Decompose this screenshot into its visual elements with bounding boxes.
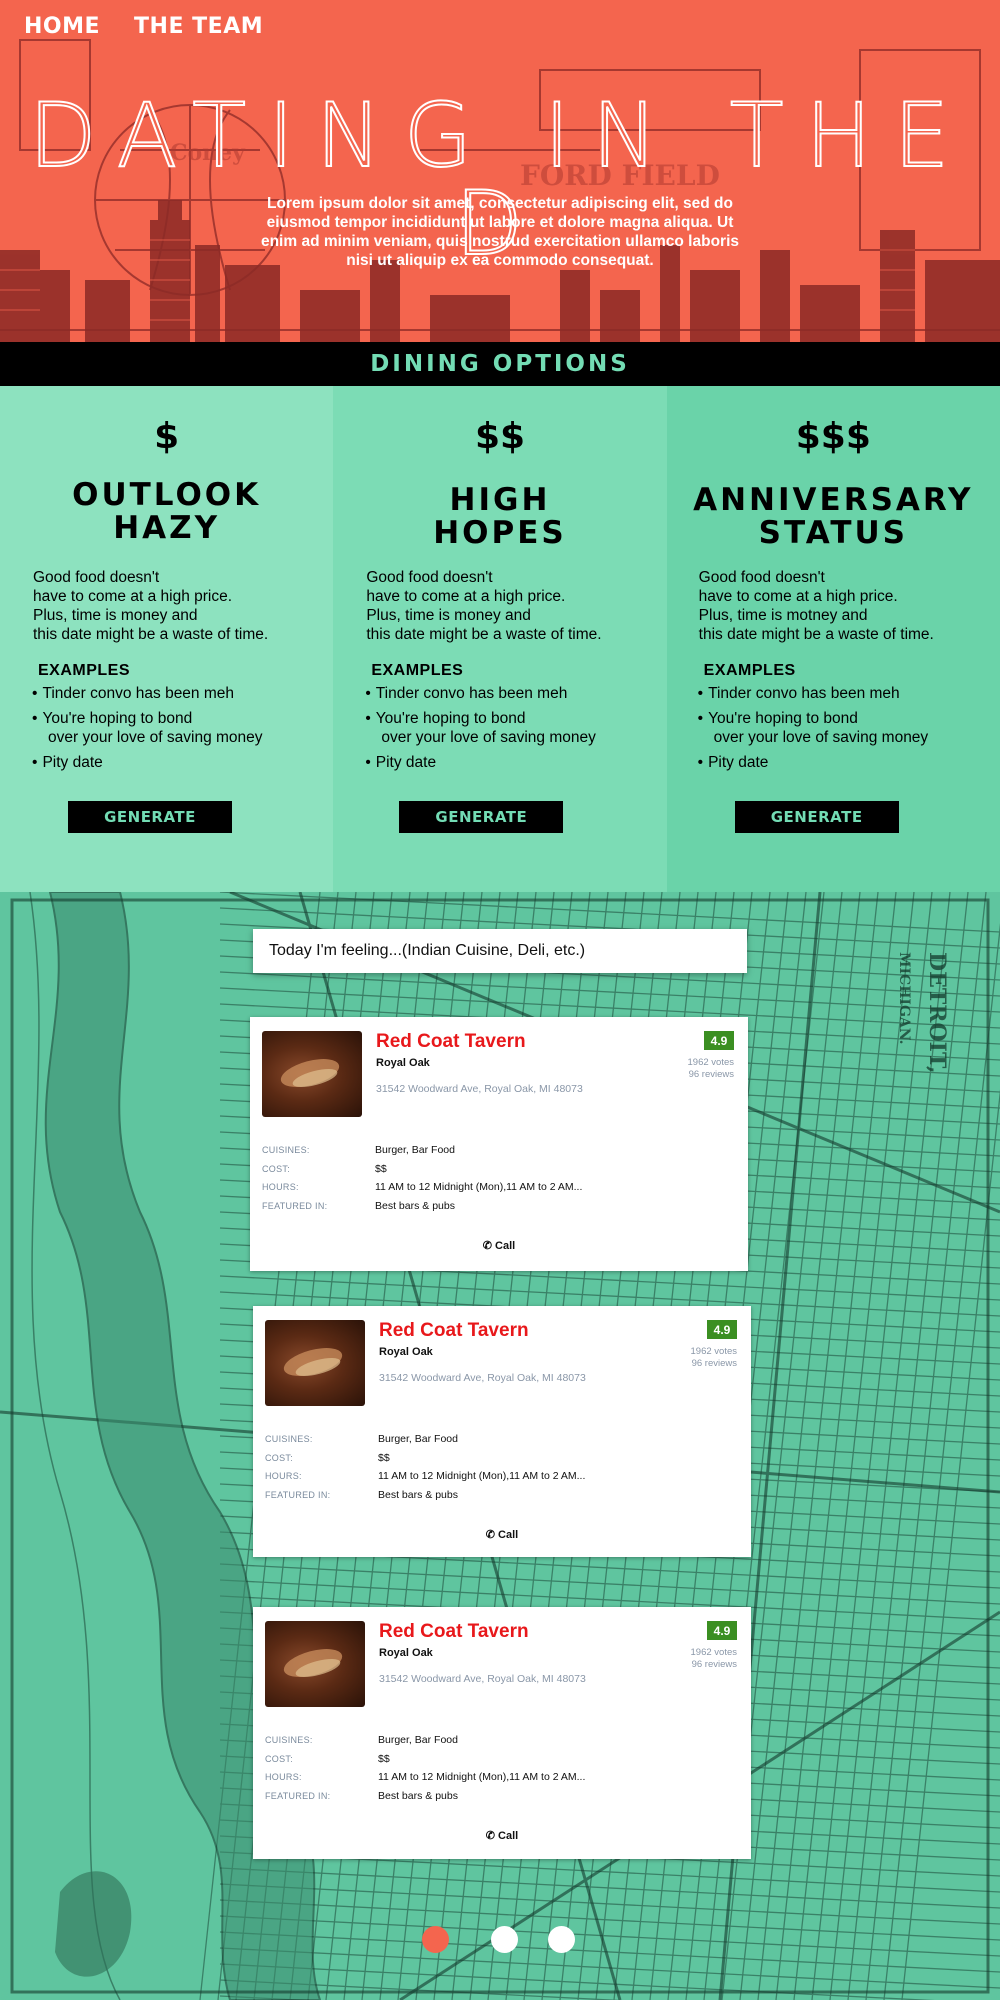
example-item: • Tinder convo has been meh bbox=[365, 685, 568, 702]
tier-price: $$$ bbox=[795, 416, 871, 457]
examples-heading: EXAMPLES bbox=[38, 662, 131, 679]
restaurant-address: 31542 Woodward Ave, Royal Oak, MI 48073 bbox=[379, 1673, 586, 1685]
desc-line: have to come at a high price. bbox=[366, 588, 566, 605]
restaurant-area: Royal Oak bbox=[376, 1057, 430, 1069]
examples-heading: EXAMPLES bbox=[703, 662, 796, 679]
tier-name: ANNIVERSARY STATUS bbox=[667, 484, 1000, 550]
tier-name: OUTLOOK HAZY bbox=[0, 479, 333, 545]
hero-description: Lorem ipsum dolor sit amet, consectetur … bbox=[260, 195, 740, 269]
tier-name-line: STATUS bbox=[758, 515, 908, 551]
desc-line: Good food doesn't bbox=[698, 569, 825, 586]
tier-card-mid: $$ HIGH HOPES Good food doesn't have to … bbox=[333, 386, 667, 892]
desc-line: Good food doesn't bbox=[366, 569, 493, 586]
call-button[interactable]: ✆ Call bbox=[253, 1528, 751, 1541]
rating-votes: 1962 votes 96 reviews bbox=[690, 1346, 737, 1369]
tier-card-budget: $ OUTLOOK HAZY Good food doesn't have to… bbox=[0, 386, 334, 892]
tier-name-line: ANNIVERSARY bbox=[693, 482, 974, 518]
dining-options-header: DINING OPTIONS bbox=[0, 342, 1000, 386]
phone-icon: ✆ bbox=[485, 1529, 496, 1541]
example-item: • Pity date bbox=[697, 754, 769, 771]
examples-list: • Tinder convo has been meh • You're hopin… bbox=[698, 684, 929, 778]
rating-badge: 4.9 bbox=[704, 1031, 734, 1050]
restaurant-thumbnail[interactable] bbox=[262, 1031, 362, 1117]
desc-line: this date might be a waste of time. bbox=[366, 626, 602, 643]
tier-name: HIGH HOPES bbox=[333, 484, 666, 550]
restaurant-name[interactable]: Red Coat Tavern bbox=[376, 1031, 526, 1053]
desc-line: Plus, time is money and bbox=[366, 607, 531, 624]
svg-text:MICHIGAN.: MICHIGAN. bbox=[896, 952, 912, 1045]
restaurant-address: 31542 Woodward Ave, Royal Oak, MI 48073 bbox=[379, 1372, 586, 1384]
restaurant-address: 31542 Woodward Ave, Royal Oak, MI 48073 bbox=[376, 1083, 583, 1095]
top-nav: HOME THE TEAM bbox=[24, 14, 263, 39]
dining-options-title: DINING OPTIONS bbox=[370, 351, 630, 377]
restaurant-name[interactable]: Red Coat Tavern bbox=[379, 1621, 529, 1643]
desc-line: this date might be a waste of time. bbox=[698, 626, 934, 643]
pagination-dots bbox=[0, 1926, 1000, 1956]
restaurant-area: Royal Oak bbox=[379, 1647, 433, 1659]
tier-price: $$ bbox=[474, 416, 526, 457]
tier-name-line: HOPES bbox=[433, 515, 567, 551]
restaurant-card[interactable]: Red Coat Tavern Royal Oak 31542 Woodward… bbox=[253, 1306, 751, 1557]
tier-price: $ bbox=[154, 416, 180, 457]
example-item: • You're hoping to bond over your love of … bbox=[32, 710, 263, 746]
restaurant-name[interactable]: Red Coat Tavern bbox=[379, 1320, 529, 1342]
tier-name-line: HAZY bbox=[113, 510, 221, 546]
example-item: • Tinder convo has been meh bbox=[32, 685, 235, 702]
svg-text:DETROIT,: DETROIT, bbox=[924, 952, 950, 1074]
phone-icon: ✆ bbox=[482, 1240, 493, 1252]
rating-votes: 1962 votes 96 reviews bbox=[687, 1057, 734, 1080]
restaurant-card[interactable]: Red Coat Tavern Royal Oak 31542 Woodward… bbox=[250, 1017, 748, 1271]
tier-description: Good food doesn't have to come at a high… bbox=[699, 568, 989, 644]
example-item: • Pity date bbox=[32, 754, 103, 771]
examples-list: • Tinder convo has been meh • You're hopin… bbox=[365, 684, 596, 778]
examples-list: • Tinder convo has been meh • You're hopin… bbox=[32, 684, 263, 778]
rating-badge: 4.9 bbox=[707, 1320, 737, 1339]
desc-line: Good food doesn't bbox=[33, 569, 160, 586]
restaurant-area: Royal Oak bbox=[379, 1346, 433, 1358]
restaurant-details: CUISINES: Burger, Bar Food COST: $$ HOURS:… bbox=[265, 1433, 586, 1501]
restaurant-thumbnail[interactable] bbox=[265, 1621, 365, 1707]
desc-line: Plus, time is motney and bbox=[698, 607, 868, 624]
page-dot[interactable] bbox=[422, 1926, 449, 1953]
example-item: • You're hoping to bond over your love of … bbox=[697, 710, 929, 746]
tier-description: Good food doesn't have to come at a high… bbox=[33, 568, 323, 644]
restaurant-details: CUISINES: Burger, Bar Food COST: $$ HOURS:… bbox=[265, 1734, 586, 1802]
dining-tiers: $ OUTLOOK HAZY Good food doesn't have to… bbox=[0, 386, 1000, 892]
tier-description: Good food doesn't have to come at a high… bbox=[366, 568, 656, 644]
desc-line: have to come at a high price. bbox=[698, 588, 898, 605]
restaurant-details: CUISINES: Burger, Bar Food COST: $$ HOURS:… bbox=[262, 1144, 583, 1212]
example-item: • You're hoping to bond over your love of … bbox=[365, 710, 596, 746]
desc-line: have to come at a high price. bbox=[33, 588, 233, 605]
phone-icon: ✆ bbox=[485, 1830, 496, 1842]
nav-team-link[interactable]: THE TEAM bbox=[134, 14, 263, 39]
nav-home-link[interactable]: HOME bbox=[24, 14, 100, 39]
generate-button-premium[interactable]: GENERATE bbox=[734, 801, 899, 833]
examples-heading: EXAMPLES bbox=[371, 662, 464, 679]
generate-button-mid[interactable]: GENERATE bbox=[399, 801, 564, 833]
restaurant-thumbnail[interactable] bbox=[265, 1320, 365, 1406]
call-button[interactable]: ✆ Call bbox=[253, 1829, 751, 1842]
page-dot[interactable] bbox=[548, 1926, 575, 1953]
cuisine-search-input[interactable]: Today I'm feeling...(Indian Cuisine, Del… bbox=[253, 929, 747, 973]
rating-votes: 1962 votes 96 reviews bbox=[690, 1647, 737, 1670]
tier-name-line: OUTLOOK bbox=[72, 477, 262, 513]
generate-button-budget[interactable]: GENERATE bbox=[68, 801, 232, 833]
restaurant-card[interactable]: Red Coat Tavern Royal Oak 31542 Woodward… bbox=[253, 1607, 751, 1859]
call-button[interactable]: ✆ Call bbox=[250, 1239, 748, 1252]
example-item: • Tinder convo has been meh bbox=[697, 685, 900, 702]
tier-card-premium: $$$ ANNIVERSARY STATUS Good food doesn't… bbox=[666, 386, 1000, 892]
desc-line: Plus, time is money and bbox=[33, 607, 198, 624]
page-dot[interactable] bbox=[491, 1926, 518, 1953]
hero-banner: FORD FIELD Coney HOME THE TEAM DATING IN… bbox=[0, 0, 1000, 342]
rating-badge: 4.9 bbox=[707, 1621, 737, 1640]
desc-line: this date might be a waste of time. bbox=[33, 626, 269, 643]
example-item: • Pity date bbox=[365, 754, 437, 771]
tier-name-line: HIGH bbox=[449, 482, 551, 518]
